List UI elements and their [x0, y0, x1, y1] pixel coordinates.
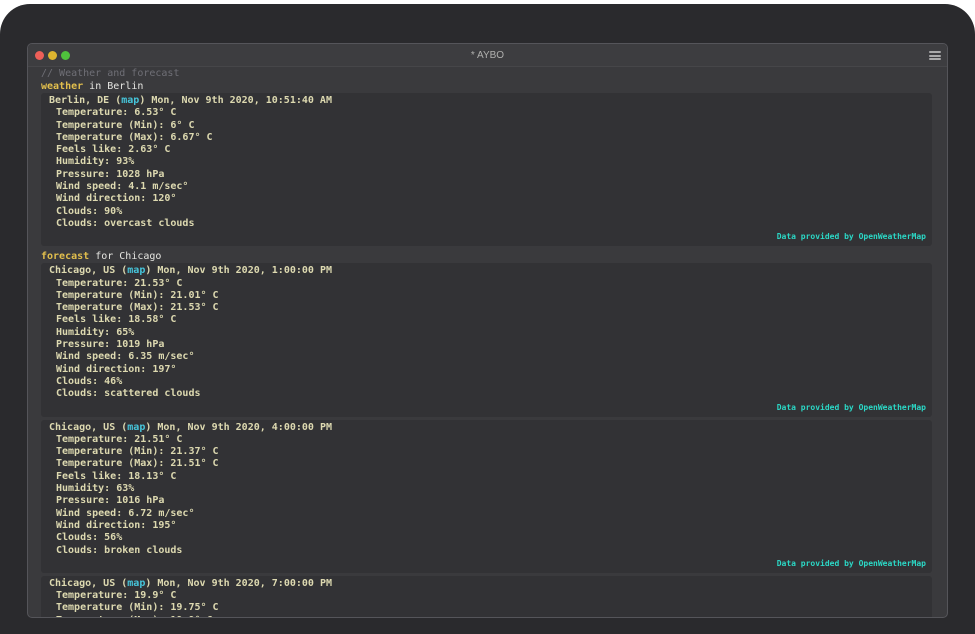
weather-detail-line: Temperature (Max): 19.9° C — [41, 615, 932, 618]
map-link[interactable]: map — [121, 95, 139, 106]
forecast-card-chicago-2: Chicago, US (map) Mon, Nov 9th 2020, 4:0… — [41, 420, 932, 573]
weather-detail-line: Clouds: 46% — [41, 376, 932, 388]
weather-detail-line: Humidity: 93% — [41, 156, 932, 168]
weather-detail-line: Temperature (Min): 21.37° C — [41, 446, 932, 458]
card-datetime: ) Mon, Nov 9th 2020, 1:00:00 PM — [145, 265, 332, 276]
weather-detail-line: Feels like: 18.13° C — [41, 471, 932, 483]
weather-detail-line: Wind direction: 197° — [41, 364, 932, 376]
weather-detail-line: Temperature: 6.53° C — [41, 107, 932, 119]
aybo-app-window: * AYBO // Weather and forecast weather i… — [27, 43, 948, 618]
weather-detail-line: Temperature: 21.53° C — [41, 278, 932, 290]
openweathermap-attribution-link[interactable]: Data provided by OpenWeatherMap — [41, 558, 932, 570]
forecast-command-line: forecast for Chicago — [41, 250, 933, 263]
weather-detail-line: Humidity: 63% — [41, 483, 932, 495]
weather-detail-line: Pressure: 1028 hPa — [41, 169, 932, 181]
weather-detail-line: Feels like: 18.58° C — [41, 314, 932, 326]
map-link[interactable]: map — [127, 578, 145, 589]
card-datetime: ) Mon, Nov 9th 2020, 7:00:00 PM — [145, 578, 332, 589]
weather-detail-line: Clouds: overcast clouds — [41, 218, 932, 230]
forecast-card-chicago-1: Chicago, US (map) Mon, Nov 9th 2020, 1:0… — [41, 263, 932, 416]
weather-command-line: weather in Berlin — [41, 80, 933, 93]
weather-detail-line: Wind direction: 120° — [41, 193, 932, 205]
hamburger-menu-icon[interactable] — [929, 50, 941, 61]
weather-detail-line: Temperature (Min): 21.01° C — [41, 290, 932, 302]
card-location: Berlin, DE ( — [49, 95, 121, 106]
card-datetime: ) Mon, Nov 9th 2020, 10:51:40 AM — [139, 95, 332, 106]
weather-detail-line: Clouds: 56% — [41, 532, 932, 544]
openweathermap-attribution-link[interactable]: Data provided by OpenWeatherMap — [41, 231, 932, 243]
map-link[interactable]: map — [127, 265, 145, 276]
weather-card-header: Chicago, US (map) Mon, Nov 9th 2020, 4:0… — [41, 422, 932, 434]
weather-card-header: Berlin, DE (map) Mon, Nov 9th 2020, 10:5… — [41, 95, 932, 107]
weather-detail-line: Temperature: 21.51° C — [41, 434, 932, 446]
window-titlebar[interactable]: * AYBO — [28, 44, 947, 67]
window-title: * AYBO — [28, 50, 947, 61]
forecast-command-args: for Chicago — [89, 251, 161, 262]
weather-detail-line: Temperature (Min): 19.75° C — [41, 602, 932, 614]
card-datetime: ) Mon, Nov 9th 2020, 4:00:00 PM — [145, 422, 332, 433]
weather-card-header: Chicago, US (map) Mon, Nov 9th 2020, 1:0… — [41, 265, 932, 277]
openweathermap-attribution-link[interactable]: Data provided by OpenWeatherMap — [41, 402, 932, 414]
weather-detail-line: Clouds: 90% — [41, 206, 932, 218]
card-location: Chicago, US ( — [49, 422, 127, 433]
weather-detail-line: Temperature (Max): 21.53° C — [41, 302, 932, 314]
map-link[interactable]: map — [127, 422, 145, 433]
weather-detail-line: Temperature (Min): 6° C — [41, 120, 932, 132]
weather-detail-line: Pressure: 1019 hPa — [41, 339, 932, 351]
weather-detail-line: Wind speed: 4.1 m/sec° — [41, 181, 932, 193]
editor-content-area[interactable]: // Weather and forecast weather in Berli… — [28, 67, 947, 618]
weather-detail-line: Clouds: broken clouds — [41, 545, 932, 557]
weather-detail-line: Humidity: 65% — [41, 327, 932, 339]
forecast-keyword: forecast — [41, 251, 89, 262]
forecast-card-chicago-3: Chicago, US (map) Mon, Nov 9th 2020, 7:0… — [41, 576, 932, 618]
weather-command-args: in Berlin — [83, 81, 143, 92]
weather-card-berlin: Berlin, DE (map) Mon, Nov 9th 2020, 10:5… — [41, 93, 932, 246]
weather-detail-line: Clouds: scattered clouds — [41, 388, 932, 400]
comment-line: // Weather and forecast — [41, 67, 933, 80]
weather-keyword: weather — [41, 81, 83, 92]
weather-detail-line: Wind speed: 6.72 m/sec° — [41, 508, 932, 520]
weather-detail-line: Wind direction: 195° — [41, 520, 932, 532]
weather-detail-line: Wind speed: 6.35 m/sec° — [41, 351, 932, 363]
weather-detail-line: Temperature: 19.9° C — [41, 590, 932, 602]
weather-detail-line: Temperature (Max): 21.51° C — [41, 458, 932, 470]
weather-detail-line: Pressure: 1016 hPa — [41, 495, 932, 507]
weather-detail-line: Temperature (Max): 6.67° C — [41, 132, 932, 144]
weather-detail-line: Feels like: 2.63° C — [41, 144, 932, 156]
weather-card-header: Chicago, US (map) Mon, Nov 9th 2020, 7:0… — [41, 578, 932, 590]
card-location: Chicago, US ( — [49, 578, 127, 589]
card-location: Chicago, US ( — [49, 265, 127, 276]
